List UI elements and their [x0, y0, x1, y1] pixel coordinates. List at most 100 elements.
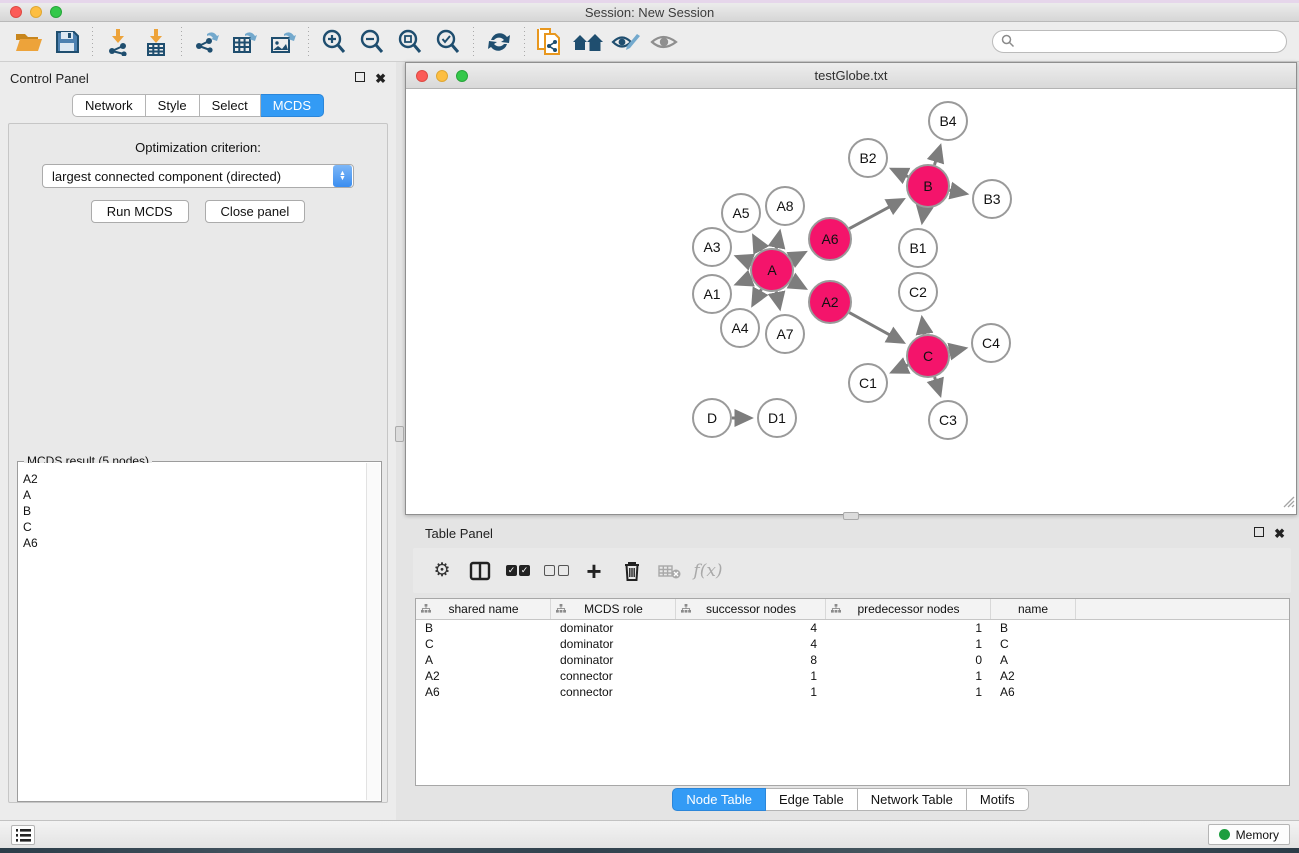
graph-edge-B-B3[interactable]	[950, 190, 966, 193]
table-panel: Table Panel ✖ ⚙ ✓✓ + f(x) shared nameMCD…	[402, 520, 1299, 820]
table-row[interactable]: Bdominator41B	[416, 620, 1289, 636]
graph-edge-C-C2[interactable]	[922, 319, 924, 335]
mcds-result-list[interactable]: A2ABCA6	[19, 463, 366, 800]
tab-style[interactable]: Style	[146, 94, 200, 117]
result-item[interactable]: C	[23, 519, 362, 535]
graph-edge-C-C3[interactable]	[935, 377, 940, 394]
horizontal-split-handle[interactable]	[843, 512, 859, 520]
table-row[interactable]: Adominator80A	[416, 652, 1289, 668]
table-row[interactable]: A2connector11A2	[416, 668, 1289, 684]
desktop-background	[0, 848, 1299, 853]
graph-edge-A2-C[interactable]	[849, 313, 902, 342]
graph-edge-A-A8[interactable]	[776, 232, 779, 248]
float-panel-icon[interactable]	[355, 72, 365, 84]
column-header-name[interactable]: name	[991, 599, 1076, 619]
cell-shared-name: C	[416, 637, 551, 651]
close-panel-icon[interactable]: ✖	[375, 72, 386, 85]
resize-grip[interactable]	[1282, 495, 1295, 513]
cell-successor-nodes: 1	[676, 669, 826, 683]
graph-edge-B-B1[interactable]	[922, 208, 924, 222]
tab-network[interactable]: Network	[72, 94, 146, 117]
run-mcds-button[interactable]: Run MCDS	[91, 200, 189, 223]
gear-icon[interactable]: ⚙	[427, 556, 457, 586]
graph-edge-A-A7[interactable]	[776, 292, 779, 308]
close-panel-button[interactable]: Close panel	[205, 200, 306, 223]
zoom-out-icon[interactable]	[353, 25, 391, 59]
tab-network-table[interactable]: Network Table	[858, 788, 967, 811]
search-input[interactable]	[992, 30, 1287, 53]
graph-edge-A-A6[interactable]	[791, 253, 804, 260]
deselect-all-icon[interactable]	[541, 556, 571, 586]
save-session-icon[interactable]	[48, 25, 86, 59]
graph-node-label: B1	[909, 240, 926, 256]
zoom-fit-icon[interactable]	[391, 25, 429, 59]
cell-predecessor-nodes: 1	[826, 669, 991, 683]
import-network-icon[interactable]	[99, 25, 137, 59]
result-scrollbar[interactable]	[366, 463, 380, 800]
network-graph: B4B2BB3A8A5A6A3B1AC2A1A2A4A7C4CC1DD1C3	[406, 89, 1296, 514]
close-table-panel-icon[interactable]: ✖	[1274, 527, 1285, 540]
result-item[interactable]: A2	[23, 471, 362, 487]
export-table-icon[interactable]	[226, 25, 264, 59]
show-hide-graphics-icon[interactable]	[607, 25, 645, 59]
show-eye-icon[interactable]	[645, 25, 683, 59]
table-row[interactable]: A6connector11A6	[416, 684, 1289, 700]
vertical-split-handle[interactable]	[395, 426, 404, 442]
graph-edge-C-C4[interactable]	[950, 348, 965, 351]
graph-edge-A-A4[interactable]	[753, 289, 761, 304]
cell-name: A6	[991, 685, 1076, 699]
zoom-selected-icon[interactable]	[429, 25, 467, 59]
graph-edge-A-A2[interactable]	[791, 281, 804, 288]
toolbar-separator	[524, 27, 525, 57]
clone-network-icon[interactable]	[531, 25, 569, 59]
first-neighbors-icon[interactable]	[569, 25, 607, 59]
cell-name: A	[991, 653, 1076, 667]
tab-select[interactable]: Select	[200, 94, 261, 117]
delete-table-icon[interactable]	[655, 556, 685, 586]
graph-edge-B-B2[interactable]	[892, 169, 908, 176]
column-header-successor-nodes[interactable]: successor nodes	[676, 599, 826, 619]
graph-edge-A6-B[interactable]	[849, 200, 902, 229]
float-table-panel-icon[interactable]	[1254, 527, 1264, 539]
memory-status-icon	[1219, 829, 1230, 840]
graph-edge-C-C1[interactable]	[893, 365, 908, 372]
task-history-button[interactable]	[11, 825, 35, 845]
add-column-icon[interactable]: +	[579, 556, 609, 586]
network-canvas[interactable]: B4B2BB3A8A5A6A3B1AC2A1A2A4A7C4CC1DD1C3	[406, 89, 1296, 514]
apply-layout-icon[interactable]	[480, 25, 518, 59]
tab-mcds[interactable]: MCDS	[261, 94, 324, 117]
result-item[interactable]: B	[23, 503, 362, 519]
delete-column-icon[interactable]	[617, 556, 647, 586]
memory-button[interactable]: Memory	[1208, 824, 1290, 845]
table-panel-title: Table Panel	[425, 526, 1244, 541]
import-table-icon[interactable]	[137, 25, 175, 59]
graph-edge-A-A5[interactable]	[754, 237, 762, 251]
graph-edge-A-A3[interactable]	[737, 257, 751, 262]
cell-shared-name: B	[416, 621, 551, 635]
tab-motifs[interactable]: Motifs	[967, 788, 1029, 811]
tab-node-table[interactable]: Node Table	[672, 788, 766, 811]
select-all-icon[interactable]: ✓✓	[503, 556, 533, 586]
export-image-icon[interactable]	[264, 25, 302, 59]
result-item[interactable]: A	[23, 487, 362, 503]
cell-shared-name: A2	[416, 669, 551, 683]
criterion-value: largest connected component (directed)	[43, 169, 333, 184]
graph-node-label: A5	[732, 205, 749, 221]
function-builder-icon[interactable]: f(x)	[693, 556, 723, 586]
result-item[interactable]: A6	[23, 535, 362, 551]
network-window-titlebar[interactable]: testGlobe.txt	[406, 63, 1296, 89]
column-header-predecessor-nodes[interactable]: predecessor nodes	[826, 599, 991, 619]
criterion-select[interactable]: largest connected component (directed) ▲…	[42, 164, 354, 188]
graph-edge-A-A1[interactable]	[737, 278, 752, 284]
node-table[interactable]: shared nameMCDS rolesuccessor nodesprede…	[415, 598, 1290, 786]
open-session-icon[interactable]	[10, 25, 48, 59]
column-header-MCDS-role[interactable]: MCDS role	[551, 599, 676, 619]
graph-edge-B-B4[interactable]	[934, 147, 940, 165]
zoom-in-icon[interactable]	[315, 25, 353, 59]
column-layout-icon[interactable]	[465, 556, 495, 586]
table-row[interactable]: Cdominator41C	[416, 636, 1289, 652]
cell-predecessor-nodes: 1	[826, 685, 991, 699]
column-header-shared-name[interactable]: shared name	[416, 599, 551, 619]
tab-edge-table[interactable]: Edge Table	[766, 788, 858, 811]
export-network-icon[interactable]	[188, 25, 226, 59]
